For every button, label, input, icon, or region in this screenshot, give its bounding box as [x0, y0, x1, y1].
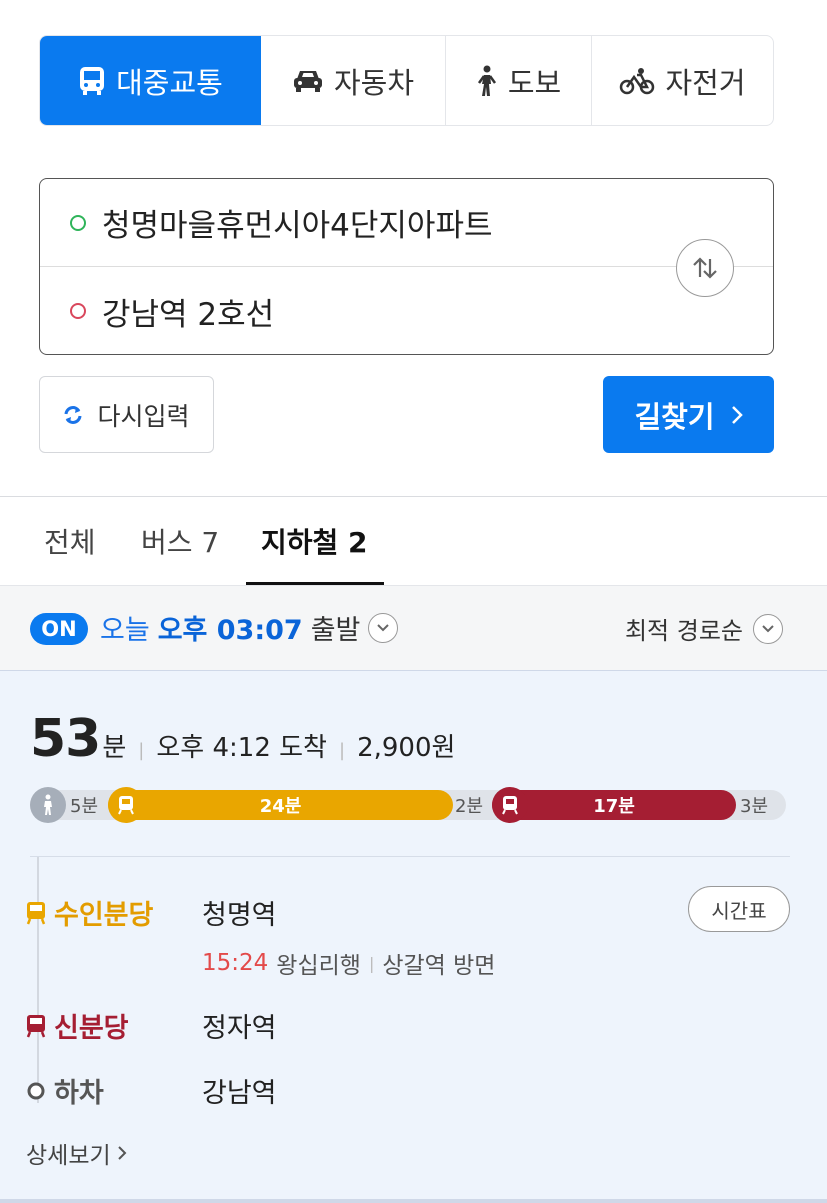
- chevron-right-icon: [731, 405, 743, 424]
- card-bottom-border: [0, 1199, 827, 1203]
- separator: |: [368, 953, 375, 973]
- tab-walk[interactable]: 도보: [446, 36, 592, 125]
- alight-circle-icon: [27, 1082, 45, 1099]
- timetable-button[interactable]: 시간표: [688, 886, 790, 932]
- train-info: 15:24 왕십리행 | 상갈역 방면: [202, 946, 495, 980]
- arrival-time: 오후 4:12 도착: [156, 733, 327, 763]
- tab-subway[interactable]: 지하철 2: [261, 497, 368, 585]
- separator: |: [138, 740, 145, 761]
- tab-car-label: 자동차: [333, 65, 415, 100]
- tab-car[interactable]: 자동차: [261, 36, 446, 125]
- reset-button-label: 다시입력: [97, 401, 190, 431]
- step-alight: 하차 강남역: [26, 1071, 277, 1110]
- subway-icon: [492, 787, 528, 823]
- subway-icon: [26, 1014, 46, 1037]
- total-minutes: 53: [30, 709, 101, 769]
- swap-arrows-icon: [693, 257, 717, 279]
- tab-bus-label: 버스 7: [141, 526, 220, 559]
- origin-field[interactable]: 청명마을휴먼시아4단지아파트: [40, 179, 773, 267]
- find-route-button[interactable]: 길찾기: [603, 376, 774, 453]
- line-suin-bundang: 수인분당: [26, 893, 202, 932]
- train-direction: 상갈역 방면: [382, 953, 496, 979]
- chevron-down-icon: [753, 613, 783, 644]
- step-suin-bundang: 수인분당 청명역: [26, 893, 277, 932]
- tab-subway-label: 지하철 2: [261, 526, 368, 559]
- station-cheongmyeong: 청명역: [202, 900, 277, 931]
- tab-bicycle-label: 자전거: [665, 65, 746, 100]
- bicycle-icon: [620, 67, 655, 94]
- suin-bundang-segment: 24분: [108, 790, 453, 820]
- origin-dot-icon: [70, 214, 86, 231]
- separator: |: [338, 740, 346, 761]
- departure-suffix: 출발: [310, 615, 361, 646]
- fare: 2,900원: [357, 733, 456, 763]
- reset-button[interactable]: 다시입력: [39, 376, 214, 453]
- view-details-link[interactable]: 상세보기: [26, 1136, 127, 1170]
- departure-day: 오늘: [100, 615, 150, 646]
- shin-bundang-duration: 17분: [593, 796, 635, 817]
- transfer-duration: 2분: [455, 796, 484, 817]
- result-filter-tabs: 전체 버스 7 지하철 2: [0, 497, 827, 585]
- realtime-on-badge[interactable]: ON: [30, 613, 88, 645]
- tab-walk-label: 도보: [507, 65, 562, 100]
- route-result-card[interactable]: 53 분 | 오후 4:12 도착 | 2,900원 5분 24분 2분 17분…: [0, 671, 827, 1203]
- refresh-icon: [64, 405, 82, 424]
- departure-time: 오후 03:07: [157, 615, 303, 646]
- find-route-label: 길찾기: [634, 399, 715, 434]
- subway-icon: [108, 787, 144, 823]
- chevron-right-icon: [117, 1146, 127, 1160]
- train-bound: 왕십리행: [276, 953, 361, 979]
- station-jeongja: 정자역: [202, 1013, 277, 1044]
- tab-public-transit[interactable]: 대중교통: [40, 36, 261, 125]
- view-details-label: 상세보기: [26, 1143, 111, 1169]
- route-timeline: 5분 24분 2분 17분 3분: [30, 787, 786, 823]
- route-input-box: 청명마을휴먼시아4단지아파트 강남역 2호선: [39, 178, 774, 355]
- tab-all[interactable]: 전체: [44, 497, 96, 585]
- suin-bundang-duration: 24분: [259, 796, 302, 817]
- walk-end-duration: 3분: [740, 796, 769, 817]
- line-suin-bundang-label: 수인분당: [54, 900, 154, 931]
- tab-public-transit-label: 대중교통: [116, 65, 223, 100]
- car-icon: [293, 70, 322, 92]
- tab-bicycle[interactable]: 자전거: [592, 36, 773, 125]
- walk-icon: [477, 65, 496, 96]
- card-divider: [30, 856, 790, 857]
- transport-mode-tabs: 대중교통 자동차 도보 자전거: [39, 35, 774, 126]
- minutes-unit: 분: [102, 733, 127, 763]
- step-shin-bundang: 신분당 정자역: [26, 1006, 277, 1045]
- destination-dot-icon: [70, 303, 86, 319]
- origin-text: 청명마을휴먼시아4단지아파트: [102, 208, 493, 244]
- shin-bundang-segment: 17분: [492, 790, 736, 820]
- walk-icon: [30, 787, 66, 823]
- station-gangnam: 강남역: [202, 1078, 277, 1109]
- alight-text: 하차: [54, 1078, 104, 1109]
- bus-icon: [80, 66, 105, 95]
- sort-selector[interactable]: 최적 경로순: [625, 611, 783, 646]
- line-shin-bundang: 신분당: [26, 1006, 202, 1045]
- tab-all-label: 전체: [44, 526, 96, 559]
- destination-field[interactable]: 강남역 2호선: [40, 267, 773, 355]
- swap-button[interactable]: [676, 239, 734, 297]
- chevron-down-icon: [368, 612, 399, 643]
- train-time: 15:24: [202, 950, 269, 976]
- departure-time-selector[interactable]: 오늘 오후 03:07 출발: [100, 608, 399, 647]
- walk-start-duration: 5분: [70, 796, 99, 817]
- sort-label: 최적 경로순: [624, 617, 743, 645]
- destination-text: 강남역 2호선: [102, 296, 275, 333]
- departure-bar: ON 오늘 오후 03:07 출발 최적 경로순: [0, 585, 827, 671]
- alight-label: 하차: [26, 1071, 202, 1110]
- tab-bus[interactable]: 버스 7: [141, 497, 219, 585]
- route-summary: 53 분 | 오후 4:12 도착 | 2,900원: [30, 709, 455, 769]
- line-shin-bundang-label: 신분당: [54, 1013, 129, 1044]
- subway-icon: [26, 901, 46, 924]
